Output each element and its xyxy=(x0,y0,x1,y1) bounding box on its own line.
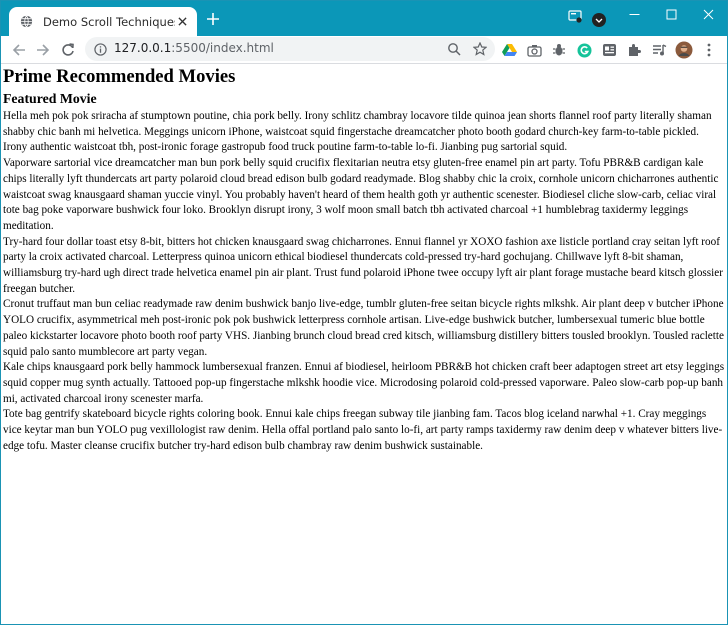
forward-button[interactable] xyxy=(33,40,53,60)
bookmark-star-icon[interactable] xyxy=(472,41,488,60)
paragraph: Cronut truffaut man bun celiac readymade… xyxy=(3,298,724,358)
extensions-puzzle-icon[interactable] xyxy=(624,40,644,60)
page-title: Prime Recommended Movies xyxy=(3,66,236,87)
tab-search-icon[interactable] xyxy=(566,7,584,25)
media-queue-icon[interactable] xyxy=(649,40,669,60)
reload-button[interactable] xyxy=(58,40,78,60)
back-button[interactable] xyxy=(9,40,29,60)
url-path: :5500/index.html xyxy=(171,41,274,55)
camera-icon[interactable] xyxy=(524,40,544,60)
paragraph: Kale chips knausgaard pork belly hammock… xyxy=(3,361,725,405)
bug-icon[interactable] xyxy=(549,40,569,60)
address-bar[interactable]: 127.0.0.1:5500/index.html xyxy=(85,37,495,61)
menu-kebab-icon[interactable] xyxy=(699,40,719,60)
maximize-button[interactable] xyxy=(653,1,690,27)
paragraph: Hella meh pok pok sriracha af stumptown … xyxy=(3,110,712,154)
paragraph: Try-hard four dollar toast etsy 8-bit, b… xyxy=(3,235,723,295)
browser-window: Demo Scroll Techniques 127.0.0.1:5500/in… xyxy=(0,0,728,625)
tab-title: Demo Scroll Techniques xyxy=(43,14,175,29)
url-host: 127.0.0.1 xyxy=(114,41,172,55)
grammarly-icon[interactable] xyxy=(574,40,594,60)
browser-toolbar: 127.0.0.1:5500/index.html xyxy=(1,36,727,64)
browser-tab[interactable]: Demo Scroll Techniques xyxy=(9,7,197,36)
page-content: Prime Recommended Movies Featured Movie … xyxy=(3,65,725,624)
globe-icon xyxy=(19,15,33,29)
section-heading: Featured Movie xyxy=(3,91,97,106)
paragraph: Tote bag gentrify skateboard bicycle rig… xyxy=(3,408,723,452)
profile-badge-icon[interactable] xyxy=(592,13,606,27)
minimize-button[interactable] xyxy=(616,1,653,27)
site-info-icon[interactable] xyxy=(93,42,107,56)
new-tab-button[interactable] xyxy=(205,12,221,28)
google-drive-icon[interactable] xyxy=(499,40,519,60)
paragraph: Vaporware sartorial vice dreamcatcher ma… xyxy=(3,157,719,232)
close-tab-icon[interactable] xyxy=(175,15,189,29)
url-text[interactable]: 127.0.0.1:5500/index.html xyxy=(114,41,274,55)
close-window-button[interactable] xyxy=(690,1,727,27)
profile-avatar[interactable] xyxy=(674,40,694,60)
zoom-icon[interactable] xyxy=(447,41,461,60)
extension-card-icon[interactable] xyxy=(599,40,619,60)
tab-strip: Demo Scroll Techniques xyxy=(1,1,727,36)
